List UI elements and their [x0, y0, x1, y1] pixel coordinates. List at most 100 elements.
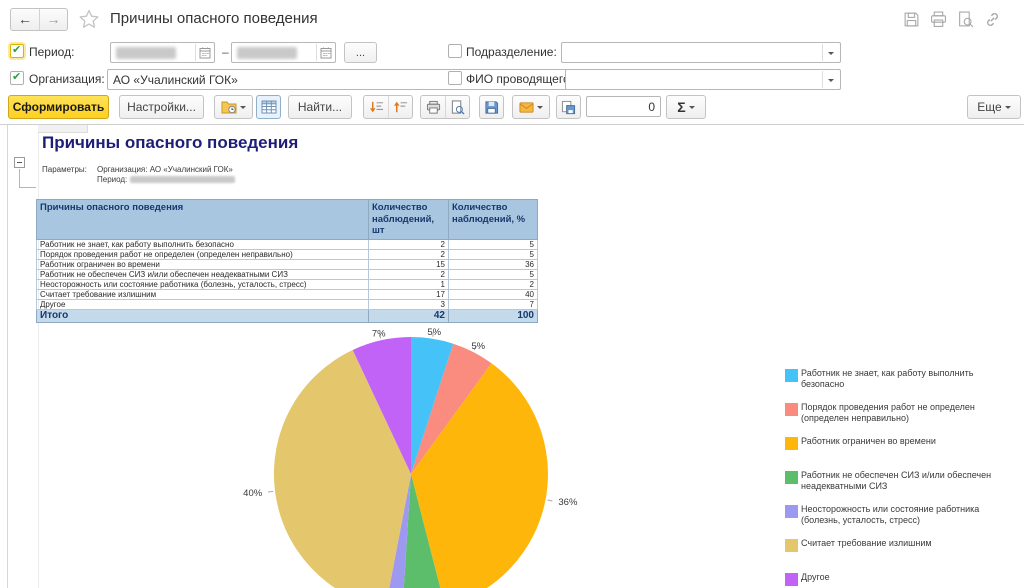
table-row: Работник не обеспечен СИЗ и/или обеспече… — [37, 269, 538, 279]
period-checkbox[interactable] — [10, 44, 24, 58]
preview-magnifier-icon — [450, 100, 465, 115]
sigma-icon: Σ — [677, 99, 685, 115]
app-window: ← → Причины опасного поведения Период: — [0, 0, 1024, 588]
cause-cell: Работник ограничен во времени — [37, 259, 369, 269]
period-range-separator: – — [222, 45, 229, 59]
legend-swatch — [785, 403, 798, 416]
period-end-input[interactable] — [231, 42, 336, 63]
pie-percent-label: 36% — [558, 497, 578, 508]
percent-cell: 40 — [449, 289, 538, 299]
forward-button[interactable]: → — [39, 9, 67, 30]
pie-percent-label: 40% — [243, 488, 263, 499]
count-cell: 2 — [369, 249, 449, 259]
folder-clock-icon — [221, 99, 237, 115]
calendar-icon — [199, 47, 211, 59]
group-toggle-buttons — [363, 95, 413, 119]
save-copy-button[interactable] — [556, 95, 581, 119]
pie-chart: 5%5%36%5%2%40%7% — [230, 322, 600, 588]
favorite-star-icon[interactable] — [79, 9, 99, 29]
save-result-button[interactable] — [479, 95, 504, 119]
legend-label: Работник не знает, как работу выполнить … — [801, 368, 1017, 390]
legend-swatch — [785, 437, 798, 450]
legend-swatch — [785, 369, 798, 382]
column-header-percent: Количество наблюдений, % — [449, 200, 538, 240]
collapse-groups-icon — [393, 100, 408, 115]
period-label: Период: — [29, 45, 74, 59]
show-table-button[interactable] — [256, 95, 281, 119]
report-toolbar: Сформировать Настройки... Найти... — [0, 95, 1024, 122]
pie-label-tick — [268, 491, 273, 492]
department-combo[interactable] — [561, 42, 841, 63]
redacted-value — [130, 176, 235, 183]
send-email-button[interactable] — [512, 95, 550, 119]
window-action-icons — [903, 11, 1001, 28]
department-checkbox[interactable] — [448, 44, 462, 58]
total-count-cell: 42 — [369, 309, 449, 322]
dropdown-button[interactable] — [822, 71, 839, 88]
conductor-combo[interactable] — [565, 69, 841, 90]
print-icon[interactable] — [930, 11, 947, 28]
conductor-checkbox[interactable] — [448, 71, 462, 85]
organization-value: АО «Учалинский ГОК» — [113, 73, 238, 87]
legend-item: Считает требование излишним — [785, 538, 1020, 560]
percent-cell: 2 — [449, 279, 538, 289]
group-bracket — [19, 169, 20, 187]
redacted-value — [116, 47, 176, 59]
print-button[interactable] — [421, 96, 445, 118]
save-icon[interactable] — [903, 11, 920, 28]
parameter-period-label: Период: — [97, 175, 127, 184]
parameter-organization: Организация: АО «Учалинский ГОК» — [97, 165, 233, 174]
legend-label: Работник не обеспечен СИЗ и/или обеспече… — [801, 470, 1017, 492]
chevron-down-icon — [240, 106, 246, 112]
percent-cell: 5 — [449, 269, 538, 279]
expand-groups-button[interactable] — [364, 96, 388, 118]
legend-swatch — [785, 573, 798, 586]
sheet-corner-cell — [38, 125, 88, 133]
legend-swatch — [785, 505, 798, 518]
find-button[interactable]: Найти... — [288, 95, 352, 119]
autosum-button[interactable]: Σ — [666, 95, 706, 119]
collapse-groups-button[interactable] — [388, 96, 412, 118]
nav-buttons: ← → — [10, 8, 68, 31]
print-preview-button[interactable] — [445, 96, 469, 118]
sum-indicator-field[interactable] — [586, 96, 661, 117]
report-variants-button[interactable] — [214, 95, 253, 119]
total-percent-cell: 100 — [449, 309, 538, 322]
chevron-down-icon — [828, 79, 834, 85]
back-button[interactable]: ← — [11, 9, 39, 30]
count-cell: 3 — [369, 299, 449, 309]
table-row: Неосторожность или состояние работника (… — [37, 279, 538, 289]
count-cell: 15 — [369, 259, 449, 269]
title-bar: ← → Причины опасного поведения — [0, 0, 1024, 38]
calendar-button[interactable] — [195, 44, 213, 61]
legend-label: Другое — [801, 572, 1017, 588]
organization-checkbox[interactable] — [10, 71, 24, 85]
chevron-down-icon — [689, 106, 695, 112]
legend-swatch — [785, 471, 798, 484]
calendar-button[interactable] — [316, 44, 334, 61]
table-grid-icon — [261, 99, 277, 115]
percent-cell: 7 — [449, 299, 538, 309]
expand-groups-icon — [369, 100, 384, 115]
cause-cell: Работник не знает, как работу выполнить … — [37, 239, 369, 249]
generate-button[interactable]: Сформировать — [8, 95, 109, 119]
column-header-count: Количество наблюдений, шт — [369, 200, 449, 240]
chart-legend: Работник не знает, как работу выполнить … — [785, 368, 1020, 588]
cause-cell: Неосторожность или состояние работника (… — [37, 279, 369, 289]
period-more-button[interactable]: ... — [344, 42, 377, 63]
chevron-down-icon — [1005, 106, 1011, 112]
link-icon[interactable] — [984, 11, 1001, 28]
settings-button[interactable]: Настройки... — [119, 95, 204, 119]
group-collapse-button[interactable] — [14, 157, 25, 168]
preview-icon[interactable] — [957, 11, 974, 28]
window-title: Причины опасного поведения — [110, 10, 318, 27]
table-row: Работник не знает, как работу выполнить … — [37, 239, 538, 249]
more-button[interactable]: Еще — [967, 95, 1021, 119]
period-start-input[interactable] — [110, 42, 215, 63]
legend-label: Работник ограничен во времени — [801, 436, 1017, 458]
table-row: Другое37 — [37, 299, 538, 309]
cause-cell: Работник не обеспечен СИЗ и/или обеспече… — [37, 269, 369, 279]
sheet-left-border — [7, 125, 8, 588]
dropdown-button[interactable] — [822, 44, 839, 61]
table-row: Считает требование излишним1740 — [37, 289, 538, 299]
